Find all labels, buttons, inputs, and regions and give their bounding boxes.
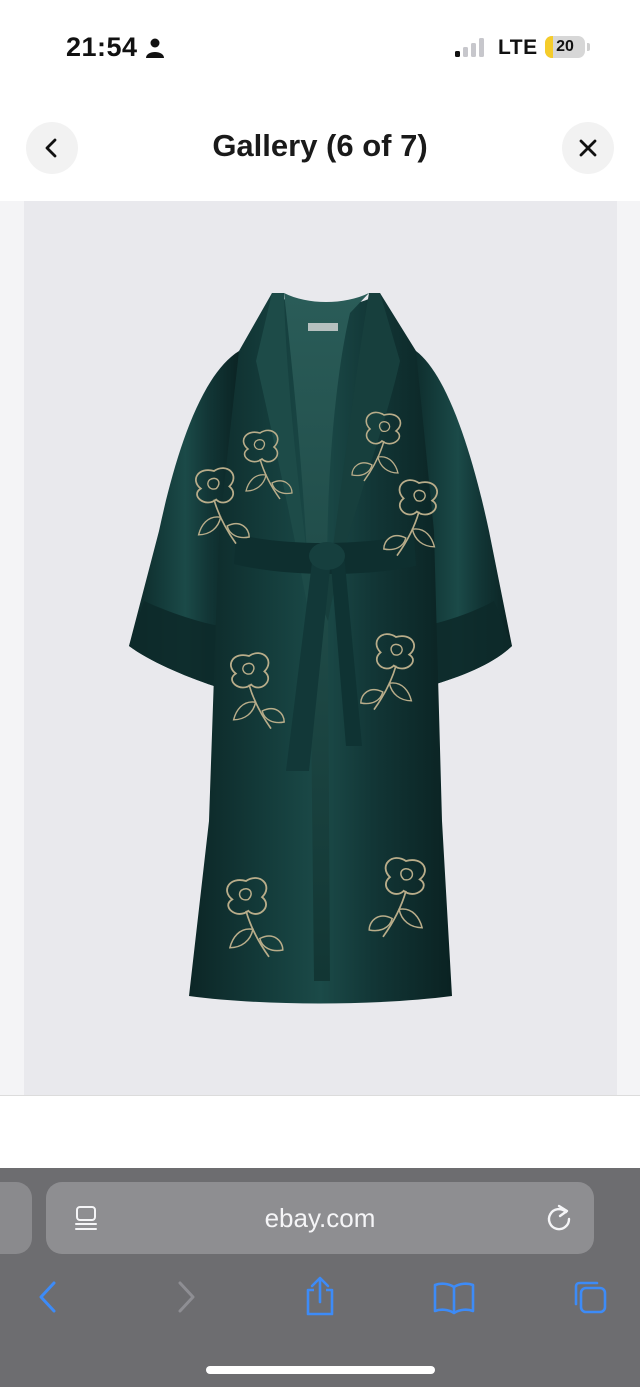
close-button[interactable]: [562, 122, 614, 174]
network-type: LTE: [498, 36, 538, 59]
browser-toolbar: [0, 1272, 640, 1332]
battery-icon: 20: [545, 36, 585, 58]
signal-bar-3: [471, 43, 476, 57]
person-icon: [145, 38, 164, 58]
status-time-text: 21:54: [66, 32, 138, 62]
page-title: Gallery (6 of 7): [212, 128, 428, 163]
battery-percent: 20: [556, 38, 574, 55]
reload-icon[interactable]: [544, 1203, 574, 1233]
url-text[interactable]: ebay.com: [46, 1182, 594, 1254]
address-bar[interactable]: ebay.com: [46, 1182, 594, 1254]
status-time: 21:54: [66, 32, 164, 63]
screen: 21:54 LTE 20 Gallery (6 of 7) ebay.com: [0, 0, 640, 1387]
signal-bar-2: [463, 47, 468, 57]
home-indicator: [206, 1366, 435, 1374]
share-icon: [306, 1276, 334, 1316]
tabs-button[interactable]: [568, 1272, 612, 1322]
signal-bar-1: [455, 51, 460, 57]
forward-nav-button[interactable]: [164, 1272, 208, 1322]
close-icon: [579, 139, 597, 157]
back-icon: [39, 1281, 56, 1313]
back-nav-button[interactable]: [26, 1272, 70, 1322]
tabs-icon: [574, 1281, 607, 1314]
gallery-viewer[interactable]: [0, 201, 640, 1095]
robe-image: [129, 293, 512, 1004]
signal-bar-4: [479, 38, 484, 57]
previous-tab-preview[interactable]: [0, 1182, 32, 1254]
browser-bottom-bar: ebay.com: [0, 1168, 640, 1387]
status-bar: 21:54 LTE 20: [0, 0, 640, 95]
gallery-header: Gallery (6 of 7): [0, 95, 640, 201]
share-button[interactable]: [298, 1272, 342, 1322]
bookmarks-icon: [433, 1282, 475, 1315]
bookmarks-button[interactable]: [432, 1272, 476, 1322]
product-photo[interactable]: [24, 201, 617, 1095]
battery-cap: [587, 43, 590, 51]
signal-icon: [455, 37, 484, 57]
forward-icon: [178, 1281, 195, 1313]
gallery-divider: [0, 1095, 640, 1096]
